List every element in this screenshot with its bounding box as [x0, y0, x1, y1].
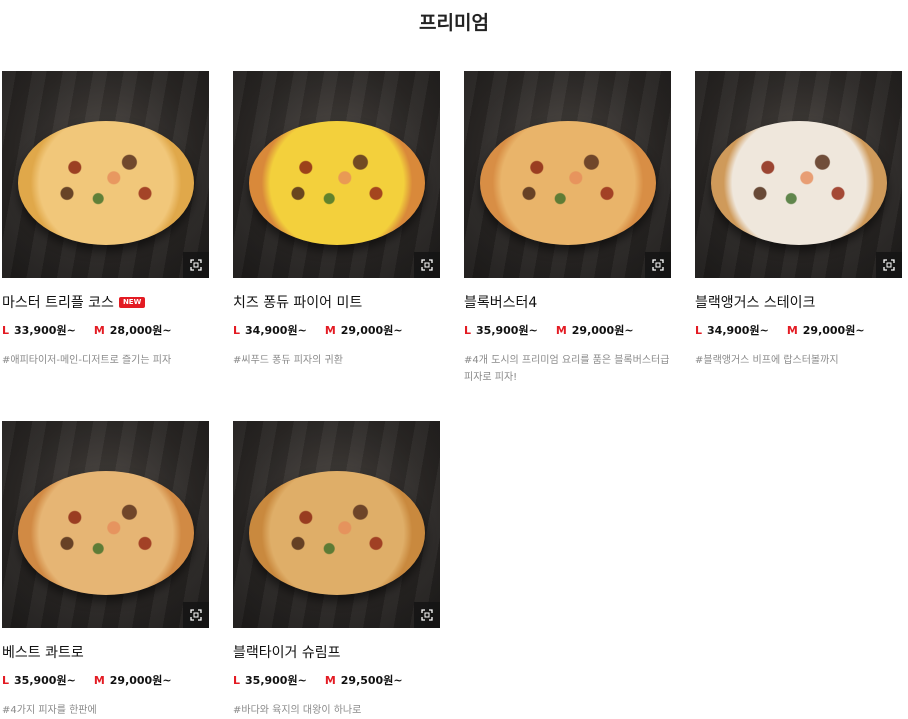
size-m-label: M: [93, 674, 105, 687]
product-image[interactable]: [2, 71, 209, 278]
price-l: 34,900원~: [245, 324, 307, 337]
product-name-text: 블랙앵거스 스테이크: [695, 295, 816, 311]
product-image[interactable]: [2, 421, 209, 628]
product-name-text: 블록버스터4: [464, 295, 538, 311]
size-m-label: M: [324, 674, 336, 687]
zoom-expand-icon[interactable]: [183, 602, 209, 628]
price-m: 29,000원~: [340, 324, 403, 337]
size-m-label: M: [93, 324, 105, 337]
product-image[interactable]: [233, 71, 440, 278]
product-name[interactable]: 블록버스터4: [464, 292, 679, 312]
product-prices: L 35,900원~ M 29,500원~: [233, 672, 448, 688]
zoom-expand-icon[interactable]: [183, 252, 209, 278]
price-l: 33,900원~: [14, 324, 76, 337]
size-l-label: L: [233, 324, 241, 337]
product-description: #4개 도시의 프리미엄 요리를 품은 블록버스터급 피자로 피자!: [464, 355, 670, 383]
product-card[interactable]: 마스터 트리플 코스 NEW L 33,900원~ M 28,000원~ #애피타이저…: [2, 71, 217, 369]
price-l: 34,900원~: [707, 324, 769, 337]
product-description: #4가지 피자를 한판에: [2, 705, 97, 716]
product-prices: L 35,900원~ M 29,000원~: [464, 322, 679, 338]
size-l-label: L: [233, 674, 241, 687]
product-image[interactable]: [695, 71, 902, 278]
pizza-image: [711, 121, 887, 245]
product-prices: L 33,900원~ M 28,000원~: [2, 322, 217, 338]
product-image[interactable]: [464, 71, 671, 278]
product-name-text: 치즈 퐁듀 파이어 미트: [233, 295, 363, 311]
pizza-image: [18, 121, 194, 245]
product-name-text: 베스트 콰트로: [2, 645, 84, 661]
zoom-expand-icon[interactable]: [414, 602, 440, 628]
price-l: 35,900원~: [245, 674, 307, 687]
pizza-image: [249, 121, 425, 245]
product-name[interactable]: 블랙앵거스 스테이크: [695, 292, 908, 312]
product-description: #블랙앵거스 비프에 랍스터볼까지: [695, 355, 839, 366]
product-card[interactable]: 블록버스터4 L 35,900원~ M 29,000원~ #4개 도시의 프리미엄 요…: [464, 71, 679, 386]
price-l: 35,900원~: [476, 324, 538, 337]
price-m: 29,000원~: [571, 324, 634, 337]
product-card[interactable]: 치즈 퐁듀 파이어 미트 L 34,900원~ M 29,000원~ #씨푸드 퐁듀 …: [233, 71, 448, 369]
pizza-image: [18, 471, 194, 595]
product-name-text: 마스터 트리플 코스: [2, 295, 114, 311]
size-l-label: L: [695, 324, 703, 337]
product-card[interactable]: 베스트 콰트로 L 35,900원~ M 29,000원~ #4가지 피자를 한판에: [2, 421, 217, 719]
size-l-label: L: [464, 324, 472, 337]
product-name-text: 블랙타이거 슈림프: [233, 645, 341, 661]
size-m-label: M: [324, 324, 336, 337]
product-name[interactable]: 치즈 퐁듀 파이어 미트: [233, 292, 448, 312]
product-description: #씨푸드 퐁듀 피자의 귀환: [233, 355, 343, 366]
product-name[interactable]: 블랙타이거 슈림프: [233, 642, 448, 662]
page-title: 프리미엄: [419, 12, 489, 34]
price-m: 28,000원~: [109, 324, 172, 337]
zoom-expand-icon[interactable]: [414, 252, 440, 278]
price-m: 29,000원~: [802, 324, 865, 337]
pizza-image: [480, 121, 656, 245]
size-l-label: L: [2, 324, 10, 337]
product-prices: L 34,900원~ M 29,000원~: [695, 322, 908, 338]
product-description: #바다와 육지의 대왕이 하나로: [233, 705, 362, 716]
price-m: 29,000원~: [109, 674, 172, 687]
premium-menu-page: 프리미엄 마스터 트리플 코스 NEW L 33,900원~ M 28,000원~ #…: [0, 0, 908, 719]
size-m-label: M: [555, 324, 567, 337]
product-description: #애피타이저-메인-디저트로 즐기는 피자: [2, 355, 172, 366]
product-card[interactable]: 블랙앵거스 스테이크 L 34,900원~ M 29,000원~ #블랙앵거스 비프에…: [695, 71, 908, 369]
price-l: 35,900원~: [14, 674, 76, 687]
product-name[interactable]: 마스터 트리플 코스 NEW: [2, 292, 217, 312]
price-m: 29,500원~: [340, 674, 403, 687]
new-badge: NEW: [118, 296, 146, 308]
zoom-expand-icon[interactable]: [645, 252, 671, 278]
product-prices: L 35,900원~ M 29,000원~: [2, 672, 217, 688]
product-image[interactable]: [233, 421, 440, 628]
product-prices: L 34,900원~ M 29,000원~: [233, 322, 448, 338]
product-name[interactable]: 베스트 콰트로: [2, 642, 217, 662]
zoom-expand-icon[interactable]: [876, 252, 902, 278]
size-m-label: M: [786, 324, 798, 337]
product-card[interactable]: 블랙타이거 슈림프 L 35,900원~ M 29,500원~ #바다와 육지의 대왕…: [233, 421, 448, 719]
pizza-image: [249, 471, 425, 595]
size-l-label: L: [2, 674, 10, 687]
